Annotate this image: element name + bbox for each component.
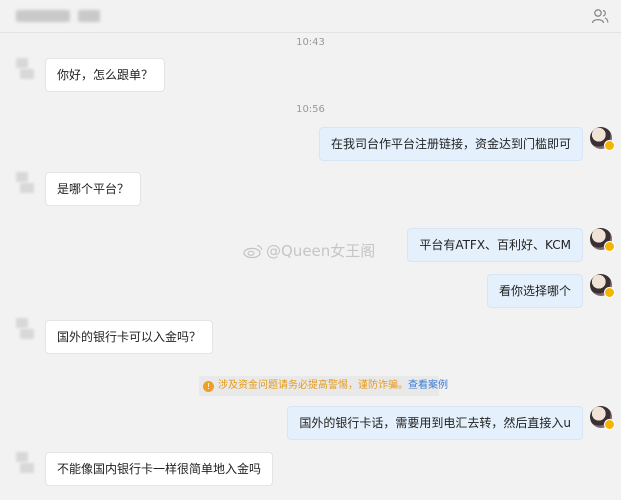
warning-icon: ! xyxy=(203,381,214,392)
outgoing-message[interactable]: 国外的银行卡话，需要用到电汇去转，然后直接入u xyxy=(287,406,583,440)
contact-avatar[interactable] xyxy=(16,318,38,340)
contact-avatar[interactable] xyxy=(16,452,38,474)
contact-avatar[interactable] xyxy=(16,58,38,80)
verified-badge-icon xyxy=(604,287,615,298)
incoming-message[interactable]: 国外的银行卡可以入金吗？ xyxy=(45,320,214,354)
verified-badge-icon xyxy=(604,241,615,252)
fraud-warning-notice: ! 涉及资金问题请务必提高警惕，谨防诈骗。查看案例 xyxy=(199,376,448,396)
contact-avatar[interactable] xyxy=(16,172,38,194)
user-avatar[interactable] xyxy=(590,228,615,252)
outgoing-message[interactable]: 看你选择哪个 xyxy=(486,274,583,308)
view-cases-link[interactable]: 查看案例 xyxy=(408,380,448,391)
user-avatar[interactable] xyxy=(590,406,615,430)
blurred-contact-name-part xyxy=(78,10,100,22)
blurred-contact-name xyxy=(16,10,70,22)
user-avatar[interactable] xyxy=(590,127,615,151)
chat-header xyxy=(0,0,621,33)
outgoing-message[interactable]: 在我司台作平台注册链接，资金达到门槛即可 xyxy=(318,127,583,161)
weibo-logo-icon xyxy=(243,244,263,258)
incoming-message[interactable]: 不能像国内银行卡一样很简单地入金吗 xyxy=(45,452,274,486)
watermark-text: @Queen女王阁 xyxy=(266,242,376,260)
verified-badge-icon xyxy=(604,419,615,430)
outgoing-message[interactable]: 平台有ATFX、百利好、KCM xyxy=(407,228,583,262)
timestamp: 10:43 xyxy=(296,37,325,48)
verified-badge-icon xyxy=(604,140,615,151)
timestamp: 10:56 xyxy=(296,104,325,115)
incoming-message[interactable]: 是哪个平台？ xyxy=(45,172,142,206)
notice-text: 涉及资金问题请务必提高警惕，谨防诈骗。 xyxy=(218,380,408,391)
people-icon[interactable] xyxy=(591,8,609,24)
user-avatar[interactable] xyxy=(590,274,615,298)
watermark: @Queen女王阁 xyxy=(243,240,375,261)
incoming-message[interactable]: 你好，怎么跟单？ xyxy=(45,58,166,92)
